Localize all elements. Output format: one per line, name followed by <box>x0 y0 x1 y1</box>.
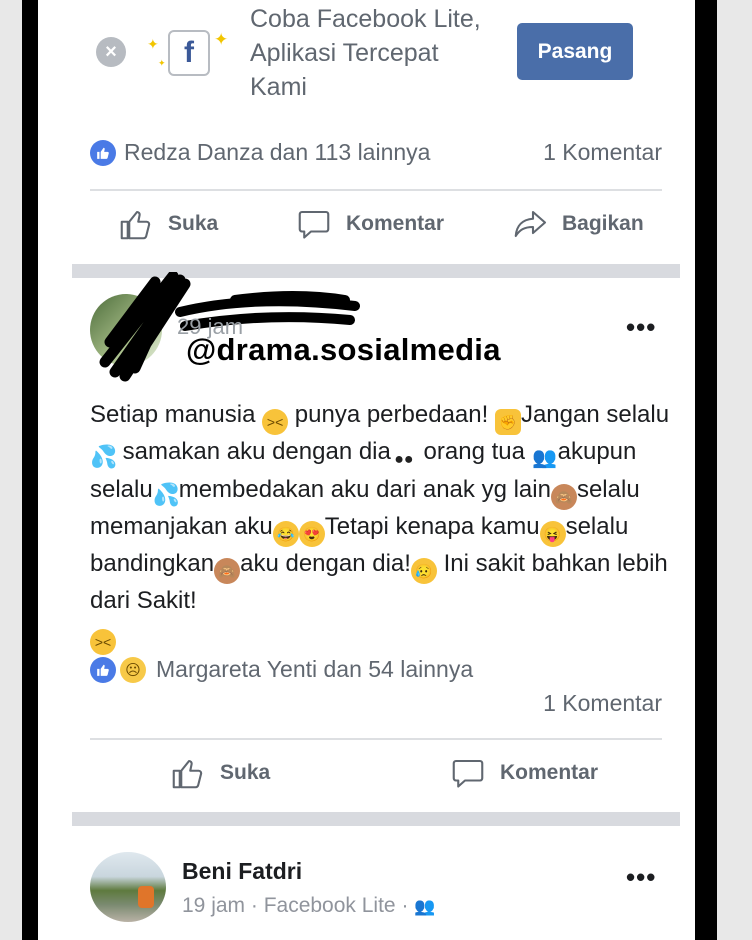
monkey-icon: 🙈 <box>550 484 577 510</box>
right-frame-border <box>717 0 752 940</box>
watermark: @drama.sosialmedia <box>186 332 501 367</box>
more-options-icon[interactable]: ••• <box>626 312 656 343</box>
author-name[interactable]: Beni Fatdri <box>182 858 302 885</box>
comment-icon <box>452 759 484 788</box>
like-reaction-icon <box>90 656 116 683</box>
tired-face-icon: >< <box>262 409 289 435</box>
tongue-out-icon: 😝 <box>539 521 566 547</box>
thumbs-up-icon <box>172 759 203 789</box>
sweat-droplets-icon: 💦 <box>152 482 181 507</box>
reaction-summary[interactable]: Redza Danza dan 113 lainnya <box>90 139 430 166</box>
comment-label: Komentar <box>346 212 445 235</box>
reaction-text: Redza Danza dan 113 lainnya <box>124 139 431 165</box>
like-reaction-icon <box>90 139 116 166</box>
share-icon <box>514 210 547 238</box>
eyes-icon: ●● <box>394 451 414 468</box>
reaction-summary[interactable]: ☹ Margareta Yenti dan 54 lainnya <box>90 656 473 683</box>
comment-label: Komentar <box>500 761 599 784</box>
like-button[interactable]: Suka <box>170 755 270 791</box>
avatar-figure <box>138 886 154 908</box>
sad-reaction-icon: ☹ <box>120 656 146 683</box>
post-text: membedakan aku dari anak yg lain <box>178 476 551 503</box>
sparkle-icon: ✦ <box>147 36 159 52</box>
install-button[interactable]: Pasang <box>517 23 633 80</box>
friends-audience-icon: 👥 <box>414 897 436 916</box>
left-frame-border <box>0 0 22 940</box>
like-button[interactable]: Suka <box>118 206 218 242</box>
heart-eyes-icon: 😍 <box>298 521 325 547</box>
promo-line: Coba Facebook Lite, <box>250 5 481 33</box>
tears-of-joy-icon: 😂 <box>272 521 299 547</box>
post-meta-text: 19 jam · Facebook Lite · <box>182 894 409 917</box>
post-text: Jangan selalu <box>520 401 670 428</box>
promo-text: Coba Facebook Lite, Aplikasi Tercepat Ka… <box>250 2 510 104</box>
close-icon[interactable]: × <box>96 37 126 67</box>
sparkle-icon: ✦ <box>214 30 229 49</box>
divider <box>90 738 662 740</box>
more-options-icon[interactable]: ••• <box>626 862 656 893</box>
sad-tear-icon: 😥 <box>410 558 437 584</box>
promo-line: Kami <box>250 73 307 101</box>
comment-button[interactable]: Komentar <box>296 206 444 242</box>
post-text: Setiap manusia <box>90 401 263 428</box>
thumbs-up-icon <box>120 210 151 240</box>
share-button[interactable]: Bagikan <box>512 206 644 242</box>
post-text: Tetapi kenapa kamu <box>324 513 540 540</box>
left-frame-bar <box>22 0 38 940</box>
sweat-droplets-icon: 💦 <box>90 444 118 469</box>
right-frame-bar <box>695 0 717 940</box>
two-people-icon: 👥 <box>532 447 558 469</box>
post-text: samakan aku dengan dia <box>116 438 391 465</box>
promo-line: Aplikasi Tercepat <box>250 39 439 67</box>
post-separator <box>72 812 680 826</box>
sparkle-icon: ✦ <box>158 58 166 68</box>
post-text: orang tua <box>416 438 532 465</box>
reaction-text: Margareta Yenti dan 54 lainnya <box>156 656 474 682</box>
comment-icon <box>298 210 330 239</box>
like-label: Suka <box>168 212 219 235</box>
raised-fist-icon: ✊ <box>494 409 521 435</box>
post-meta: 19 jam · Facebook Lite · 👥 <box>182 894 435 918</box>
share-label: Bagikan <box>562 212 644 235</box>
post-body: Setiap manusia >< punya perbedaan! ✊ Jang… <box>90 398 670 655</box>
like-label: Suka <box>220 761 271 784</box>
facebook-logo-icon: f <box>168 30 210 76</box>
comment-button[interactable]: Komentar <box>450 755 598 791</box>
avatar[interactable] <box>90 852 166 922</box>
post-text: punya perbedaan! <box>288 401 495 428</box>
post-text: aku dengan dia! <box>240 550 411 577</box>
monkey-icon: 🙈 <box>214 558 241 584</box>
divider <box>90 189 662 191</box>
tired-face-icon: >< <box>90 629 116 655</box>
comment-count[interactable]: 1 Komentar <box>470 139 662 166</box>
comment-count[interactable]: 1 Komentar <box>470 690 662 717</box>
